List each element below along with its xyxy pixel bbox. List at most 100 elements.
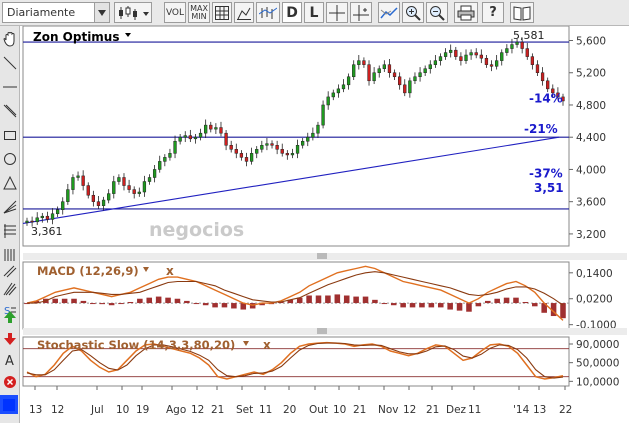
- candle-body: [301, 140, 305, 146]
- scale-button[interactable]: [234, 2, 254, 23]
- x-tick-label: 10: [116, 404, 129, 416]
- macd-histogram-bar: [146, 297, 153, 304]
- y-tick-label: 3,600: [576, 197, 606, 209]
- move-up-button[interactable]: [1, 307, 18, 326]
- candle-body: [413, 76, 417, 82]
- circle-tool-button[interactable]: [1, 149, 18, 168]
- candle-body: [489, 64, 494, 67]
- period-select[interactable]: Diariamente: [2, 2, 110, 23]
- zoom-in-button[interactable]: [402, 2, 424, 23]
- macd-histogram-bar: [80, 300, 87, 304]
- candle-body: [224, 132, 228, 146]
- candle-body: [127, 185, 131, 190]
- compare-chart-icon: [259, 6, 277, 19]
- candlestick-type-button[interactable]: [114, 2, 152, 23]
- chart-svg[interactable]: 5,600 5,200 4,800 4,400 4,000 3,600 3,200 5,581…: [21, 25, 629, 423]
- candle-body: [178, 136, 182, 142]
- grid-button[interactable]: [212, 2, 232, 23]
- candle-body: [336, 88, 341, 94]
- candle-body: [454, 49, 458, 57]
- macd-histogram-bar: [325, 295, 331, 304]
- candle-body: [122, 177, 126, 186]
- pan-tool-button[interactable]: [1, 29, 18, 48]
- stochastic-close-icon[interactable]: x: [263, 338, 271, 352]
- x-tick-label: 10: [333, 404, 346, 416]
- price-annotation: -37%: [529, 167, 563, 181]
- help-button[interactable]: ?: [482, 2, 504, 23]
- candle-body: [316, 124, 320, 134]
- cursor-button[interactable]: [350, 2, 372, 23]
- line-tool-button[interactable]: [1, 53, 18, 72]
- macd-histogram-bar: [202, 303, 209, 306]
- daily-view-button[interactable]: D: [282, 2, 302, 23]
- candle-body: [525, 48, 529, 57]
- y-tick-label: 50,0000: [576, 358, 619, 370]
- print-button[interactable]: [454, 2, 478, 23]
- candle-body: [270, 143, 274, 146]
- price-annotation: -14%: [529, 92, 563, 106]
- candle-body: [25, 220, 29, 223]
- candle-body: [152, 169, 157, 178]
- price-annotation: 5,581: [513, 29, 545, 42]
- candle-body: [464, 54, 468, 61]
- candle-body: [86, 185, 90, 196]
- candle-body: [535, 64, 540, 73]
- candle-body: [193, 136, 198, 140]
- macd-histogram-bar: [184, 300, 190, 304]
- move-down-button[interactable]: [1, 329, 18, 348]
- candle-body: [209, 124, 213, 130]
- fibonacci-icon: [3, 223, 16, 238]
- y-tick-label: 0,0200: [576, 294, 613, 306]
- candle-body: [326, 96, 330, 106]
- y-tick-label: 4,000: [576, 164, 606, 176]
- pitchfork-tool-button[interactable]: [1, 279, 18, 298]
- candle-body: [275, 145, 279, 150]
- delete-drawings-button[interactable]: [1, 372, 18, 391]
- ray-line-icon: [3, 104, 16, 117]
- macd-close-icon[interactable]: x: [166, 264, 174, 278]
- zoom-out-button[interactable]: [426, 2, 448, 23]
- compare-button[interactable]: [256, 2, 280, 23]
- fibonacci-tool-button[interactable]: [1, 221, 18, 240]
- maxmin-button[interactable]: MAX MIN: [188, 2, 210, 23]
- text-tool-button[interactable]: A: [1, 350, 18, 369]
- ray-tool-button[interactable]: [1, 101, 18, 120]
- crosshair-button[interactable]: [326, 2, 348, 23]
- book-button[interactable]: [510, 2, 534, 23]
- color-picker-button[interactable]: [0, 395, 18, 414]
- macd-histogram-bar: [315, 295, 322, 304]
- candle-body: [418, 72, 422, 78]
- macd-histogram-bar: [306, 295, 312, 304]
- horizontal-line-tool-button[interactable]: [1, 77, 18, 96]
- line-view-button[interactable]: L: [304, 2, 324, 23]
- text-icon: A: [5, 354, 14, 367]
- candle-body: [459, 56, 463, 61]
- candle-body: [403, 84, 407, 94]
- candle-body: [101, 199, 106, 206]
- rectangle-tool-button[interactable]: [1, 125, 18, 144]
- candle-body: [173, 140, 177, 154]
- volume-label: VOL: [165, 7, 185, 18]
- triangle-tool-button[interactable]: [1, 173, 18, 192]
- x-tick-label: Dez: [446, 404, 467, 416]
- trend-draw-button[interactable]: [378, 2, 400, 23]
- y-tick-label: 3,200: [576, 229, 606, 241]
- y-tick-label: 0,1400: [576, 268, 613, 280]
- x-tick-label: '14: [513, 404, 530, 416]
- candle-body: [249, 153, 254, 162]
- fan-tool-button[interactable]: [1, 197, 18, 216]
- candle-body: [500, 52, 504, 61]
- y-tick-label: 10,0000: [576, 376, 619, 388]
- candle-body: [331, 92, 335, 98]
- chevron-down-icon[interactable]: [94, 3, 109, 22]
- triangle-icon: [2, 175, 17, 189]
- candle-body: [469, 52, 473, 56]
- daily-view-label: D: [286, 4, 298, 21]
- candle-body: [515, 41, 519, 45]
- x-tick-label: 19: [136, 404, 149, 416]
- macd-histogram-bar: [137, 298, 143, 304]
- volume-button[interactable]: VOL: [164, 2, 186, 23]
- channel-tool-button[interactable]: [1, 261, 18, 280]
- macd-histogram-bar: [437, 303, 444, 308]
- x-tick-label: Set: [236, 404, 253, 416]
